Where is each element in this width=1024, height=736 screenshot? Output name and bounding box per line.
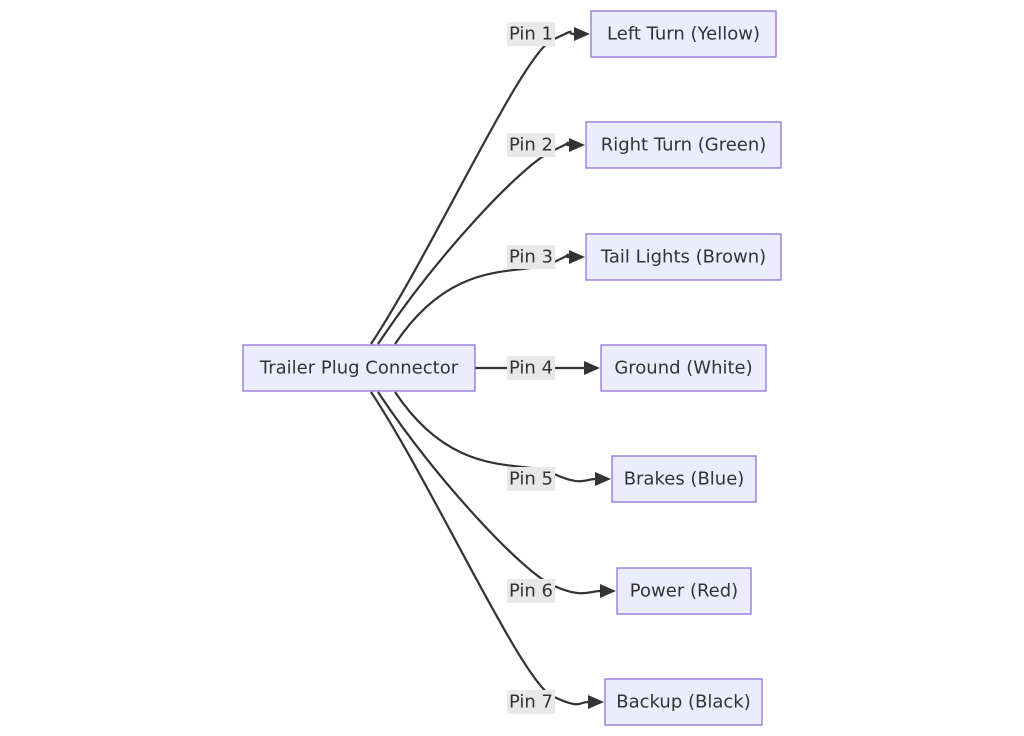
arrowhead-icon (569, 138, 585, 152)
node-label: Tail Lights (Brown) (600, 247, 766, 268)
edge-label-pin6: Pin 6 (507, 579, 555, 603)
node-pin6[interactable]: Power (Red) (616, 567, 752, 615)
arrowhead-icon (584, 361, 600, 375)
edge-pin1 (370, 30, 575, 345)
node-pin5[interactable]: Brakes (Blue) (611, 455, 757, 503)
node-pin4[interactable]: Ground (White) (600, 344, 767, 392)
edge-label-text: Pin 7 (509, 692, 553, 713)
edge-label-text: Pin 2 (509, 135, 553, 156)
edge-label-text: Pin 3 (509, 247, 553, 268)
edge-label-pin1: Pin 1 (507, 22, 555, 46)
edge-labels-layer: Pin 1 Pin 2 Pin 3 Pin 4 Pin 5 Pin 6 Pin 7 (507, 22, 555, 714)
arrowhead-icon (569, 250, 585, 264)
edge-pin2 (377, 141, 570, 345)
edge-label-text: Pin 6 (509, 581, 553, 602)
edge-pin6 (377, 391, 601, 595)
edge-label-pin7: Pin 7 (507, 690, 555, 714)
edge-label-pin4: Pin 4 (507, 356, 555, 380)
edge-label-pin2: Pin 2 (507, 133, 555, 157)
node-label: Trailer Plug Connector (259, 358, 459, 379)
edge-pin5 (394, 391, 596, 483)
node-trailer-plug-connector[interactable]: Trailer Plug Connector (242, 344, 476, 392)
edge-label-pin3: Pin 3 (507, 245, 555, 269)
node-label: Power (Red) (630, 581, 738, 602)
node-label: Brakes (Blue) (624, 469, 745, 490)
arrowhead-icon (574, 27, 590, 41)
node-label: Backup (Black) (616, 692, 750, 713)
edge-label-pin5: Pin 5 (507, 467, 555, 491)
edge-label-text: Pin 4 (509, 358, 553, 379)
node-label: Right Turn (Green) (601, 135, 767, 156)
arrowhead-icon (588, 695, 604, 709)
node-label: Left Turn (Yellow) (607, 24, 760, 45)
node-label: Ground (White) (614, 358, 752, 379)
node-pin7[interactable]: Backup (Black) (604, 678, 763, 726)
node-pin1[interactable]: Left Turn (Yellow) (590, 10, 777, 58)
wiring-diagram: Pin 1 Pin 2 Pin 3 Pin 4 Pin 5 Pin 6 Pin 7 Trai… (242, 10, 782, 726)
arrowhead-icon (600, 584, 616, 598)
edge-pin7 (370, 391, 589, 706)
edge-label-text: Pin 5 (509, 469, 553, 490)
arrowhead-icon (595, 472, 611, 486)
node-pin3[interactable]: Tail Lights (Brown) (585, 233, 782, 281)
edge-label-text: Pin 1 (509, 24, 553, 45)
node-pin2[interactable]: Right Turn (Green) (585, 121, 782, 169)
